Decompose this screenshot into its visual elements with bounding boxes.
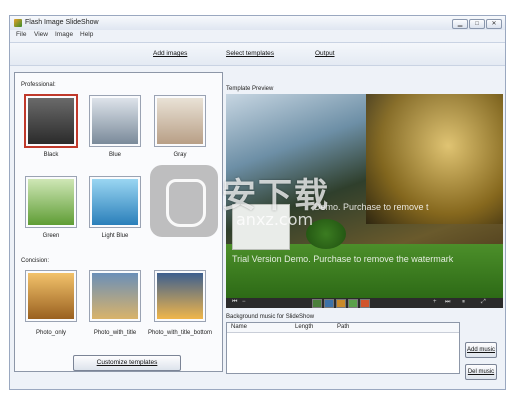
fullscreen-icon[interactable]: ⤢ xyxy=(481,299,486,306)
template-blue[interactable] xyxy=(89,95,141,147)
bgm-col-name: Name xyxy=(231,324,248,330)
concision-label: Concision: xyxy=(21,258,50,264)
bgm-col-path: Path xyxy=(337,324,350,330)
preview-controls: ⏮ − + ⏭ ⏸ ⤢ xyxy=(226,298,503,308)
thumb-strip-2[interactable] xyxy=(324,299,334,308)
template-photo-with-title-label: Photo_with_title xyxy=(93,330,137,336)
minimize-button[interactable]: ▁ xyxy=(452,19,468,29)
template-black-image xyxy=(28,98,74,144)
prev-icon[interactable]: ⏮ xyxy=(232,299,237,306)
template-light-blue-label: Light Blue xyxy=(101,233,129,239)
template-green-label: Green xyxy=(42,233,60,239)
menu-bar: File View Image Help xyxy=(10,30,505,40)
template-photo-only[interactable] xyxy=(25,270,77,322)
main-toolbar: Add images Select templates Output xyxy=(10,42,505,66)
app-icon xyxy=(14,19,22,27)
thumb-strip-3[interactable] xyxy=(336,299,346,308)
del-music-button[interactable]: Del music xyxy=(465,364,497,380)
template-preview-label: Template Preview xyxy=(226,86,274,92)
bgm-header: Name Length Path xyxy=(227,323,459,333)
template-black-label: Black xyxy=(43,152,59,158)
output-button[interactable]: Output xyxy=(315,50,335,57)
thumb-strip-5[interactable] xyxy=(360,299,370,308)
template-light-blue[interactable] xyxy=(89,176,141,228)
thumb-strip-4[interactable] xyxy=(348,299,358,308)
template-gray[interactable] xyxy=(154,95,206,147)
customize-templates-button[interactable]: Customize templates xyxy=(73,355,181,371)
watermark-bottom: Trial Version Demo. Purchase to remove t… xyxy=(232,254,454,264)
watermark-top: Demo. Purchase to remove t xyxy=(314,202,429,212)
add-images-button[interactable]: Add images xyxy=(153,50,187,57)
window-title: Flash Image SlideShow xyxy=(25,19,99,26)
pause-icon[interactable]: ⏸ xyxy=(462,299,465,306)
next-icon[interactable]: ⏭ xyxy=(445,299,450,306)
template-gray-image xyxy=(157,98,203,144)
bgm-table: Name Length Path xyxy=(226,322,460,374)
menu-image[interactable]: Image xyxy=(55,31,73,38)
template-photo-only-label: Photo_only xyxy=(35,330,67,336)
zoom-in-icon[interactable]: + xyxy=(433,299,437,305)
template-blue-label: Blue xyxy=(108,152,121,158)
bgm-label: Background music for SlideShow xyxy=(226,314,315,320)
right-panel: Template Preview Demo. Purchase to remov… xyxy=(226,86,503,380)
preview-grass xyxy=(226,244,503,298)
menu-view[interactable]: View xyxy=(34,31,48,38)
menu-file[interactable]: File xyxy=(16,31,26,38)
template-green-image xyxy=(28,179,74,225)
watermark-url: anxz.com xyxy=(236,210,314,229)
maximize-button[interactable]: □ xyxy=(469,19,485,29)
add-music-button[interactable]: Add music xyxy=(465,342,497,358)
bgm-col-length: Length xyxy=(295,324,314,330)
template-blue-image xyxy=(92,98,138,144)
thumb-strip-1[interactable] xyxy=(312,299,322,308)
professional-label: Professional: xyxy=(21,82,56,88)
template-light-blue-image xyxy=(92,179,138,225)
template-photo-with-title-image xyxy=(92,273,138,319)
template-gray-label: Gray xyxy=(173,152,187,158)
template-photo-only-image xyxy=(28,273,74,319)
template-green[interactable] xyxy=(25,176,77,228)
close-button[interactable]: ✕ xyxy=(486,19,502,29)
template-photo-with-title[interactable] xyxy=(89,270,141,322)
shield-logo-icon xyxy=(150,165,218,237)
template-photo-with-title-bottom-label: Photo_with_title_bottom xyxy=(147,330,213,336)
zoom-out-icon[interactable]: − xyxy=(242,299,246,305)
template-black[interactable] xyxy=(25,95,77,147)
select-templates-button[interactable]: Select templates xyxy=(226,50,274,57)
template-photo-with-title-bottom[interactable] xyxy=(154,270,206,322)
template-photo-with-title-bottom-image xyxy=(157,273,203,319)
title-bar: Flash Image SlideShow ▁ □ ✕ xyxy=(10,16,505,30)
menu-help[interactable]: Help xyxy=(80,31,93,38)
